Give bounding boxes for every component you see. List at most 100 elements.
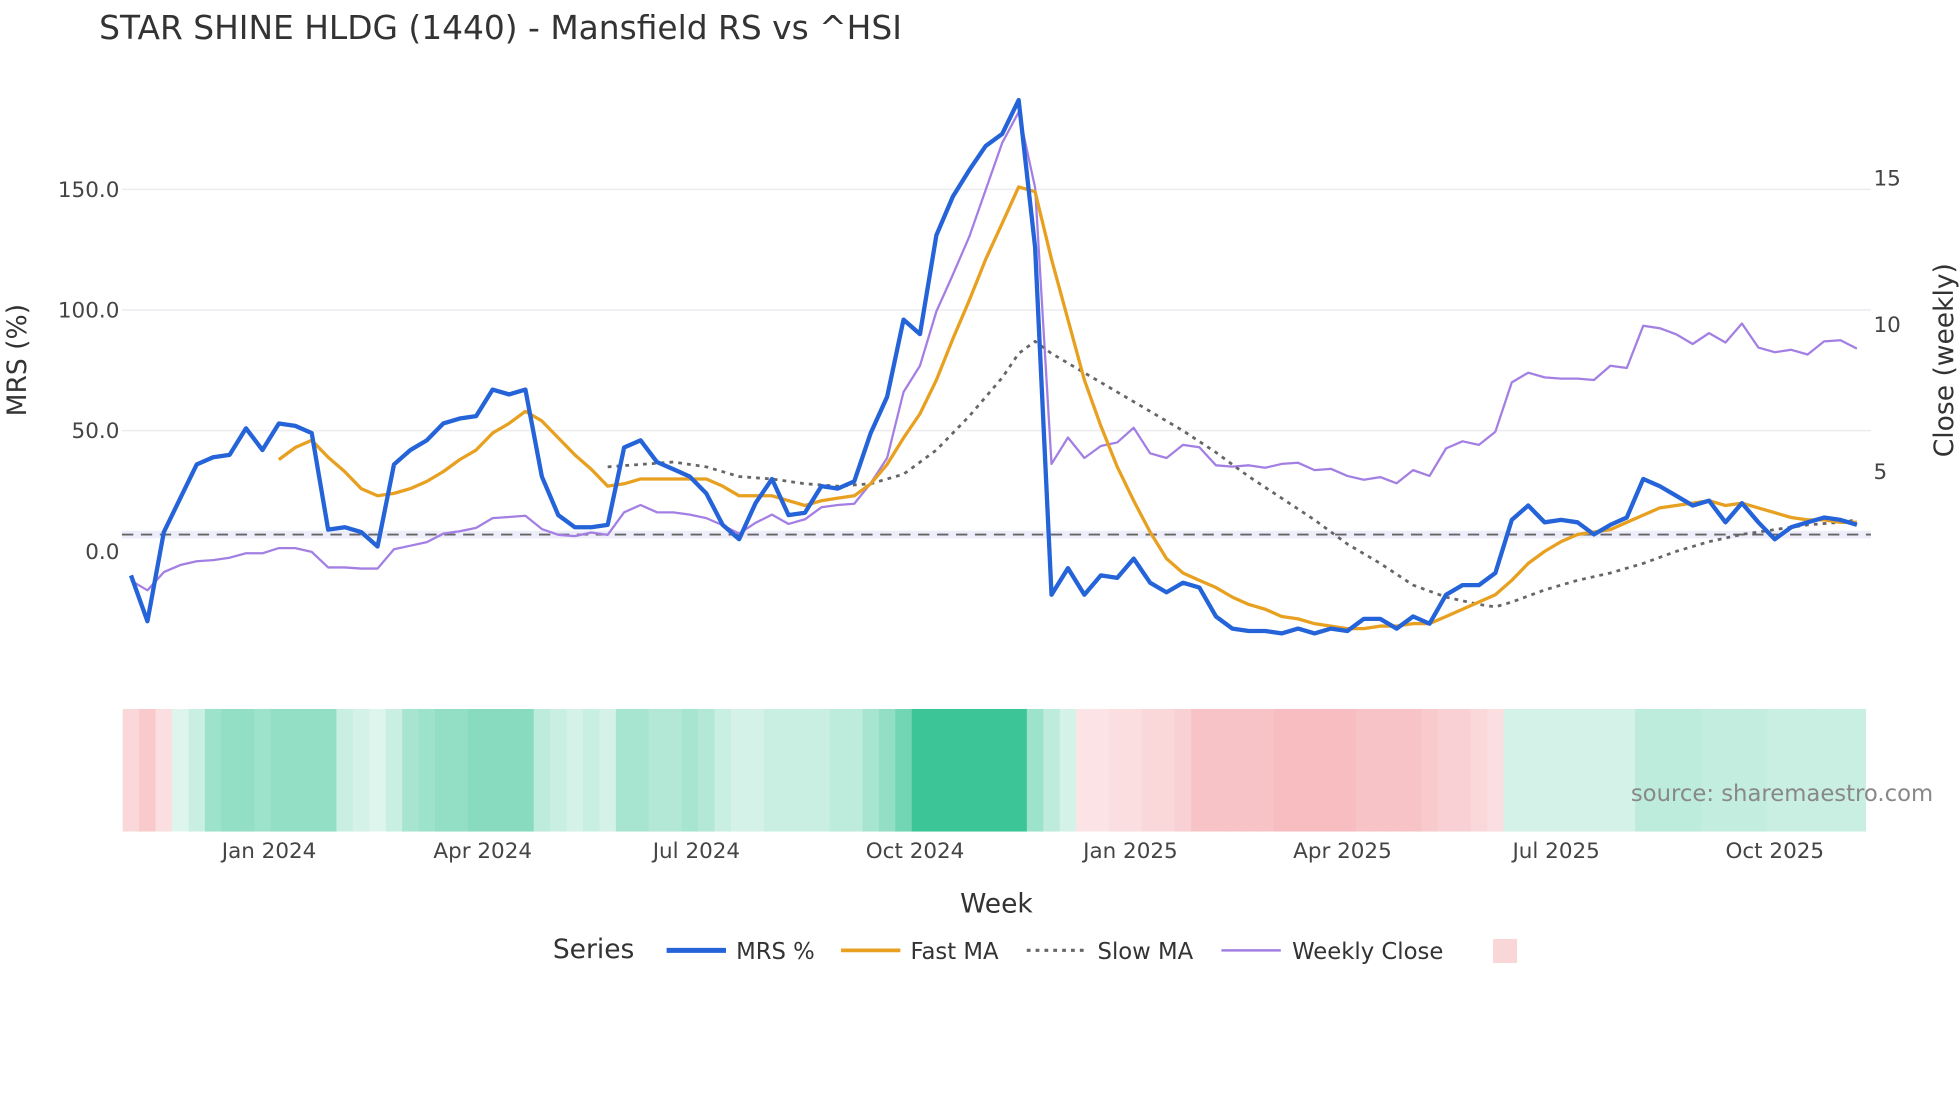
heatmap-cell — [1109, 708, 1127, 832]
y2-axis-ticks: 5 10 15 — [1873, 167, 1900, 485]
heatmap-cell — [139, 708, 157, 832]
heatmap-cell — [352, 708, 371, 832]
heatmap-cell — [714, 708, 732, 832]
heatmap-cell — [1602, 708, 1620, 832]
heatmap-cell — [270, 708, 288, 832]
heatmap-cell — [1536, 708, 1554, 832]
heatmap-cell — [1207, 708, 1225, 832]
heatmap-cell — [1059, 708, 1077, 832]
heatmap-cell — [1026, 708, 1045, 832]
heatmap-cell — [418, 708, 436, 832]
heatmap-cell — [813, 708, 831, 832]
x-tick-label: Apr 2025 — [1293, 839, 1392, 864]
rs-heatmap-strip — [122, 708, 1866, 832]
heatmap-cell — [155, 708, 173, 832]
heatmap-cell — [1667, 708, 1686, 832]
y-axis-ticks: 0.0 50.0 100.0 150.0 — [58, 178, 119, 565]
legend-item-slow-ma[interactable]: Slow MA — [1026, 939, 1194, 965]
heatmap-cell — [385, 708, 403, 832]
heatmap-cell — [402, 708, 420, 832]
heatmap-cell — [1421, 708, 1439, 832]
heatmap-cell — [1437, 708, 1455, 832]
heatmap-cell — [1125, 708, 1143, 832]
heatmap-cell — [566, 708, 584, 832]
heatmap-cell — [911, 708, 929, 832]
heatmap-cell — [1799, 708, 1817, 832]
heatmap-cell — [336, 708, 354, 832]
heatmap-cell — [780, 708, 798, 832]
series-lines — [128, 97, 1858, 636]
x-axis-title: Week — [960, 888, 1033, 919]
legend-label-mrs: MRS % — [736, 939, 815, 965]
heatmap-cell — [369, 708, 387, 832]
series-line-fast-ma — [277, 185, 1857, 631]
heatmap-cell — [237, 708, 255, 832]
heatmap-cell — [1750, 708, 1768, 832]
heatmap-cell — [451, 708, 469, 832]
heatmap-cell — [435, 708, 453, 832]
heatmap-cell — [878, 708, 897, 832]
y2-tick-label: 5 — [1873, 460, 1887, 485]
x-tick-label: Jan 2024 — [220, 839, 317, 864]
heatmap-cell — [1503, 708, 1521, 832]
heatmap-cell — [1569, 708, 1587, 832]
heatmap-cell — [221, 708, 239, 832]
heatmap-cell — [1454, 708, 1472, 832]
heatmap-cell — [1783, 708, 1801, 832]
y-axis-title: MRS (%) — [2, 304, 33, 416]
heatmap-cell — [1158, 708, 1176, 832]
x-tick-label: Oct 2024 — [866, 839, 965, 864]
heatmap-cell — [1733, 708, 1751, 832]
heatmap-cell — [1174, 708, 1192, 832]
heatmap-cell — [993, 708, 1012, 832]
y2-tick-label: 10 — [1873, 313, 1900, 338]
legend-swatch-heatmap[interactable] — [1493, 938, 1518, 963]
heatmap-cell — [1388, 708, 1406, 832]
heatmap-cell — [484, 708, 502, 832]
legend: Series MRS % Fast MA Slow MA Weekly Clos… — [553, 934, 1518, 965]
y-tick-label: 150.0 — [58, 178, 119, 203]
legend-item-mrs[interactable]: MRS % — [666, 939, 815, 965]
heatmap-cell — [1322, 708, 1340, 832]
heatmap-cell — [1256, 708, 1275, 832]
heatmap-cell — [204, 708, 223, 832]
heatmap-cell — [796, 708, 814, 832]
heatmap-cell — [862, 708, 880, 832]
heatmap-cell — [928, 708, 946, 832]
x-tick-label: Apr 2024 — [433, 839, 532, 864]
heatmap-cell — [1076, 708, 1094, 832]
heatmap-cell — [698, 708, 716, 832]
heatmap-cell — [615, 708, 634, 832]
heatmap-cell — [1306, 708, 1324, 832]
gridlines — [121, 188, 1871, 432]
y2-axis-title: Close (weekly) — [1929, 263, 1960, 457]
heatmap-cell — [895, 708, 913, 832]
y2-tick-label: 15 — [1873, 167, 1900, 192]
heatmap-cell — [1684, 708, 1702, 832]
heatmap-cell — [944, 708, 962, 832]
heatmap-cell — [648, 708, 666, 832]
heatmap-cell — [1355, 708, 1373, 832]
heatmap-cell — [1766, 708, 1784, 832]
heatmap-cell — [188, 708, 206, 832]
legend-item-fast-ma[interactable]: Fast MA — [840, 939, 999, 965]
x-tick-label: Jan 2025 — [1081, 839, 1178, 864]
heatmap-cell — [550, 708, 568, 832]
x-tick-label: Jul 2024 — [651, 839, 740, 864]
heatmap-cell — [1404, 708, 1423, 832]
heatmap-cell — [1585, 708, 1603, 832]
heatmap-cell — [1700, 708, 1719, 832]
heatmap-cell — [583, 708, 601, 832]
legend-item-weekly-close[interactable]: Weekly Close — [1221, 939, 1443, 965]
y-tick-label: 50.0 — [72, 419, 120, 444]
legend-title: Series — [553, 934, 635, 965]
heatmap-cell — [1848, 708, 1866, 832]
mansfield-rs-chart: STAR SHINE HLDG (1440) - Mansfield RS vs… — [2, 9, 1960, 965]
heatmap-cell — [533, 708, 551, 832]
heatmap-cell — [1372, 708, 1390, 832]
heatmap-cell — [1815, 708, 1834, 832]
y-tick-label: 0.0 — [85, 540, 119, 565]
heatmap-cell — [1635, 708, 1653, 832]
heatmap-cell — [1043, 708, 1061, 832]
heatmap-cell — [1618, 708, 1636, 832]
